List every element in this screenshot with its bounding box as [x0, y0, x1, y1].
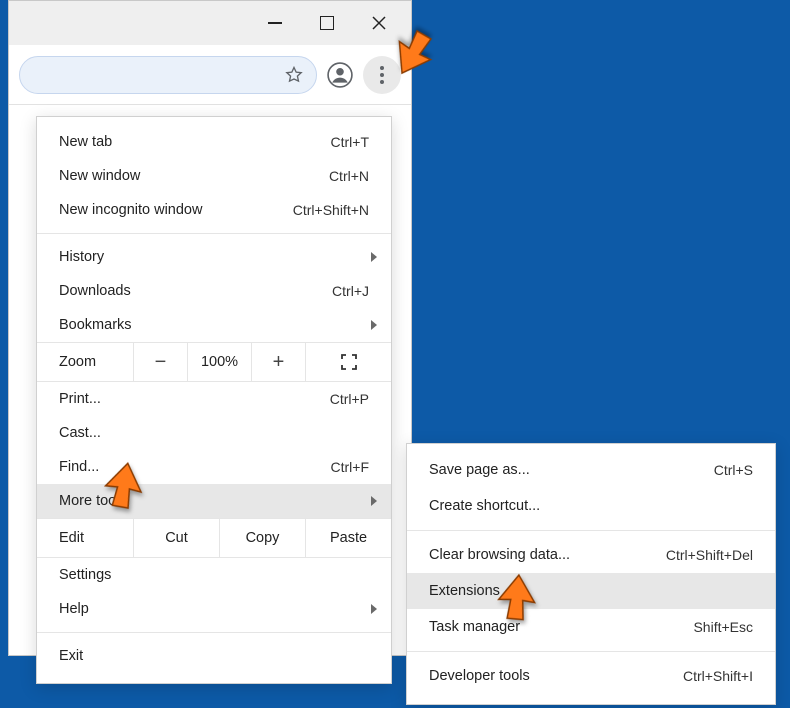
menu-label: Save page as... [429, 462, 714, 478]
menu-item-exit[interactable]: Exit [37, 639, 391, 673]
menu-shortcut: Ctrl+F [331, 459, 370, 475]
menu-label: Create shortcut... [429, 498, 753, 514]
menu-divider [407, 651, 775, 652]
menu-label: New window [59, 168, 329, 184]
submenu-item-extensions[interactable]: Extensions [407, 573, 775, 609]
zoom-in-button[interactable]: + [251, 343, 305, 381]
edit-label: Edit [37, 530, 133, 546]
menu-shortcut: Shift+Esc [693, 619, 753, 635]
menu-label: Task manager [429, 619, 693, 635]
menu-label: New tab [59, 134, 331, 150]
zoom-out-button[interactable]: − [133, 343, 187, 381]
menu-label: History [59, 249, 369, 265]
menu-button[interactable] [363, 56, 401, 94]
menu-item-print[interactable]: Print... Ctrl+P [37, 382, 391, 416]
profile-button[interactable] [325, 60, 355, 90]
menu-shortcut: Ctrl+Shift+N [293, 202, 369, 218]
cut-button[interactable]: Cut [133, 519, 219, 557]
menu-shortcut: Ctrl+Shift+I [683, 668, 753, 684]
menu-item-history[interactable]: History [37, 240, 391, 274]
menu-item-cast[interactable]: Cast... [37, 416, 391, 450]
zoom-label: Zoom [37, 354, 133, 370]
menu-label: Help [59, 601, 369, 617]
menu-divider [407, 530, 775, 531]
menu-item-more-tools[interactable]: More tools [37, 484, 391, 518]
main-menu: New tab Ctrl+T New window Ctrl+N New inc… [36, 116, 392, 684]
menu-label: Downloads [59, 283, 332, 299]
browser-toolbar [9, 45, 411, 105]
menu-label: Clear browsing data... [429, 547, 666, 563]
menu-item-downloads[interactable]: Downloads Ctrl+J [37, 274, 391, 308]
submenu-item-create-shortcut[interactable]: Create shortcut... [407, 488, 775, 524]
menu-item-new-tab[interactable]: New tab Ctrl+T [37, 125, 391, 159]
menu-shortcut: Ctrl+S [714, 462, 753, 478]
kebab-icon [380, 66, 384, 84]
menu-item-new-incognito[interactable]: New incognito window Ctrl+Shift+N [37, 193, 391, 227]
menu-item-find[interactable]: Find... Ctrl+F [37, 450, 391, 484]
menu-item-help[interactable]: Help [37, 592, 391, 626]
paste-button[interactable]: Paste [305, 519, 391, 557]
chevron-right-icon [371, 252, 377, 262]
submenu-item-save-page[interactable]: Save page as... Ctrl+S [407, 452, 775, 488]
close-icon [372, 16, 386, 30]
menu-label: Extensions [429, 583, 753, 599]
menu-shortcut: Ctrl+T [331, 134, 370, 150]
minimize-button[interactable] [249, 1, 301, 45]
titlebar [9, 1, 411, 45]
chevron-right-icon [371, 604, 377, 614]
submenu-item-task-manager[interactable]: Task manager Shift+Esc [407, 609, 775, 645]
more-tools-submenu: Save page as... Ctrl+S Create shortcut..… [406, 443, 776, 705]
bookmark-star-icon[interactable] [284, 65, 304, 85]
profile-icon [327, 62, 353, 88]
menu-label: Find... [59, 459, 331, 475]
maximize-button[interactable] [301, 1, 353, 45]
submenu-item-clear-data[interactable]: Clear browsing data... Ctrl+Shift+Del [407, 537, 775, 573]
chevron-right-icon [371, 320, 377, 330]
menu-label: Print... [59, 391, 330, 407]
menu-label: Settings [59, 567, 369, 583]
menu-item-zoom: Zoom − 100% + [37, 342, 391, 382]
menu-label: Exit [59, 648, 369, 664]
chevron-right-icon [371, 496, 377, 506]
menu-label: Cast... [59, 425, 369, 441]
menu-label: Developer tools [429, 668, 683, 684]
menu-item-edit: Edit Cut Copy Paste [37, 518, 391, 558]
menu-label: More tools [59, 493, 369, 509]
menu-shortcut: Ctrl+P [330, 391, 369, 407]
menu-shortcut: Ctrl+N [329, 168, 369, 184]
fullscreen-button[interactable] [305, 343, 391, 381]
menu-shortcut: Ctrl+Shift+Del [666, 547, 753, 563]
copy-button[interactable]: Copy [219, 519, 305, 557]
fullscreen-icon [341, 354, 357, 370]
menu-item-settings[interactable]: Settings [37, 558, 391, 592]
menu-shortcut: Ctrl+J [332, 283, 369, 299]
menu-divider [37, 632, 391, 633]
submenu-item-developer-tools[interactable]: Developer tools Ctrl+Shift+I [407, 658, 775, 694]
menu-item-bookmarks[interactable]: Bookmarks [37, 308, 391, 342]
menu-label: Bookmarks [59, 317, 369, 333]
menu-label: New incognito window [59, 202, 293, 218]
zoom-value: 100% [187, 343, 251, 381]
close-button[interactable] [353, 1, 405, 45]
address-bar[interactable] [19, 56, 317, 94]
menu-item-new-window[interactable]: New window Ctrl+N [37, 159, 391, 193]
menu-divider [37, 233, 391, 234]
